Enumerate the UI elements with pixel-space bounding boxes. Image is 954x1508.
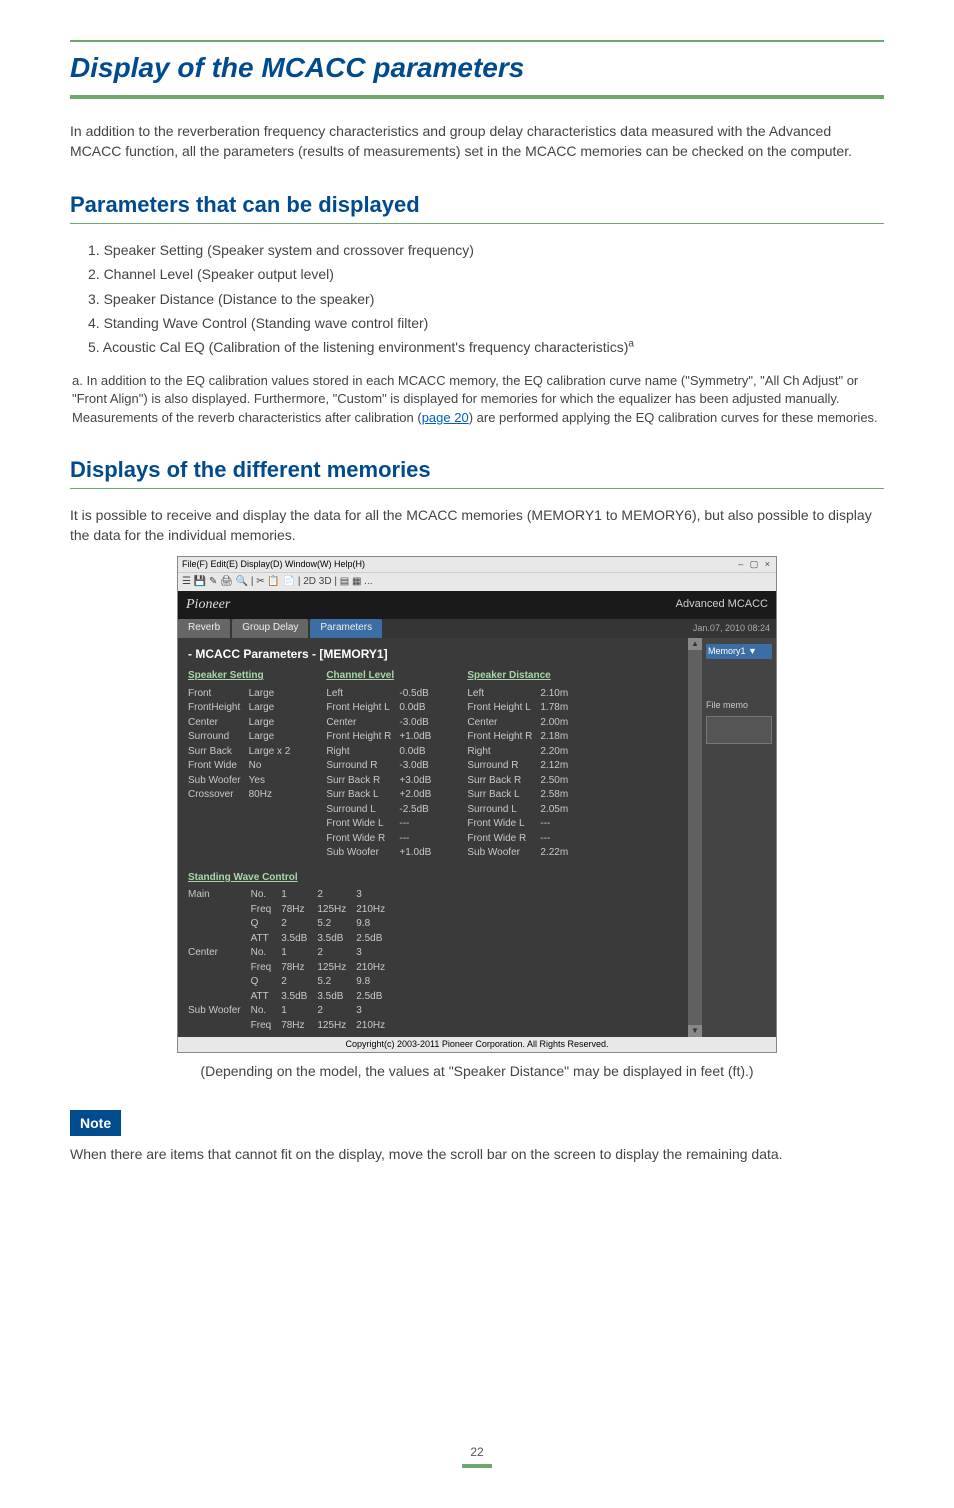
footnote-link[interactable]: page 20 — [422, 410, 469, 425]
screenshot-caption: (Depending on the model, the values at "… — [70, 1061, 884, 1081]
menubar-items[interactable]: File(F) Edit(E) Display(D) Window(W) Hel… — [182, 558, 365, 571]
tab-row: Reverb Group Delay Parameters Jan.07, 20… — [178, 619, 776, 638]
section-params-heading: Parameters that can be displayed — [70, 189, 884, 224]
scrollbar[interactable]: ▲ ▼ — [688, 638, 702, 1037]
speaker-setting-title: Speaker Setting — [188, 669, 298, 684]
page-title: Display of the MCACC parameters — [70, 40, 884, 99]
tab-parameters[interactable]: Parameters — [310, 619, 382, 638]
app-copyright: Copyright(c) 2003-2011 Pioneer Corporati… — [178, 1037, 776, 1052]
page-title-text: Display of the MCACC parameters — [70, 52, 524, 83]
section-memories-heading: Displays of the different memories — [70, 454, 884, 489]
page-number-bar — [462, 1464, 492, 1468]
note-text: When there are items that cannot fit on … — [70, 1144, 884, 1164]
footnote-suffix: ) are performed applying the EQ calibrat… — [469, 410, 878, 425]
speaker-distance-title: Speaker Distance — [467, 669, 576, 684]
page-number-value: 22 — [470, 1445, 483, 1459]
section-memories-intro: It is possible to receive and display th… — [70, 505, 884, 546]
col-speaker-setting: Speaker Setting FrontLargeFrontHeightLar… — [188, 669, 298, 861]
scroll-track[interactable] — [688, 650, 702, 1025]
menubar[interactable]: File(F) Edit(E) Display(D) Window(W) Hel… — [178, 557, 776, 572]
toolbar-icons[interactable]: ☰ 💾 ✎ 🖨 🔍 | ✂ 📋 📄 | — [182, 576, 303, 587]
list-item: 5. Acoustic Cal EQ (Calibration of the l… — [88, 337, 884, 357]
list-item-text: 5. Acoustic Cal EQ (Calibration of the l… — [88, 339, 628, 355]
parameter-list: 1. Speaker Setting (Speaker system and c… — [88, 240, 884, 357]
channel-level-title: Channel Level — [326, 669, 439, 684]
memory-selector[interactable]: Memory1 ▼ — [706, 644, 772, 659]
footnote-superscript: a — [628, 339, 634, 350]
content-heading: - MCACC Parameters - [MEMORY1] — [188, 646, 678, 663]
file-memo-box[interactable] — [706, 716, 772, 744]
list-item: 4. Standing Wave Control (Standing wave … — [88, 313, 884, 333]
toolbar-2d3d[interactable]: 2D 3D — [303, 576, 331, 587]
app-window: File(F) Edit(E) Display(D) Window(W) Hel… — [177, 556, 777, 1054]
standing-wave-title: Standing Wave Control — [188, 871, 678, 886]
note-badge: Note — [70, 1110, 121, 1136]
toolbar[interactable]: ☰ 💾 ✎ 🖨 🔍 | ✂ 📋 📄 | 2D 3D | ▤ ▦ ... — [178, 572, 776, 592]
intro-paragraph: In addition to the reverberation frequen… — [70, 121, 884, 162]
timestamp: Jan.07, 2010 08:24 — [693, 622, 776, 635]
list-item: 1. Speaker Setting (Speaker system and c… — [88, 240, 884, 260]
toolbar-icons-right[interactable]: | ▤ ▦ ... — [334, 576, 372, 587]
memory-selector-label: Memory1 — [708, 646, 746, 656]
tab-group-delay[interactable]: Group Delay — [232, 619, 308, 638]
scroll-down-icon[interactable]: ▼ — [688, 1025, 702, 1037]
list-item: 2. Channel Level (Speaker output level) — [88, 264, 884, 284]
footnote: a. In addition to the EQ calibration val… — [72, 372, 884, 429]
content-pane: - MCACC Parameters - [MEMORY1] Speaker S… — [178, 638, 688, 1037]
brand-right: Advanced MCACC — [676, 597, 768, 613]
list-item: 3. Speaker Distance (Distance to the spe… — [88, 289, 884, 309]
side-panel: Memory1 ▼ File memo — [702, 638, 776, 1037]
col-channel-level: Channel Level Left-0.5dBFront Height L0.… — [326, 669, 439, 861]
file-memo-label: File memo — [706, 699, 772, 712]
tab-reverb[interactable]: Reverb — [178, 619, 230, 638]
brand-logo: Pioneer — [186, 595, 230, 615]
col-speaker-distance: Speaker Distance Left2.10mFront Height L… — [467, 669, 576, 861]
page-number: 22 — [70, 1444, 884, 1467]
scroll-up-icon[interactable]: ▲ — [688, 638, 702, 650]
window-controls[interactable]: – ▢ × — [738, 558, 772, 571]
standing-wave-block: Standing Wave Control MainNo.123Freq78Hz… — [188, 871, 678, 1034]
